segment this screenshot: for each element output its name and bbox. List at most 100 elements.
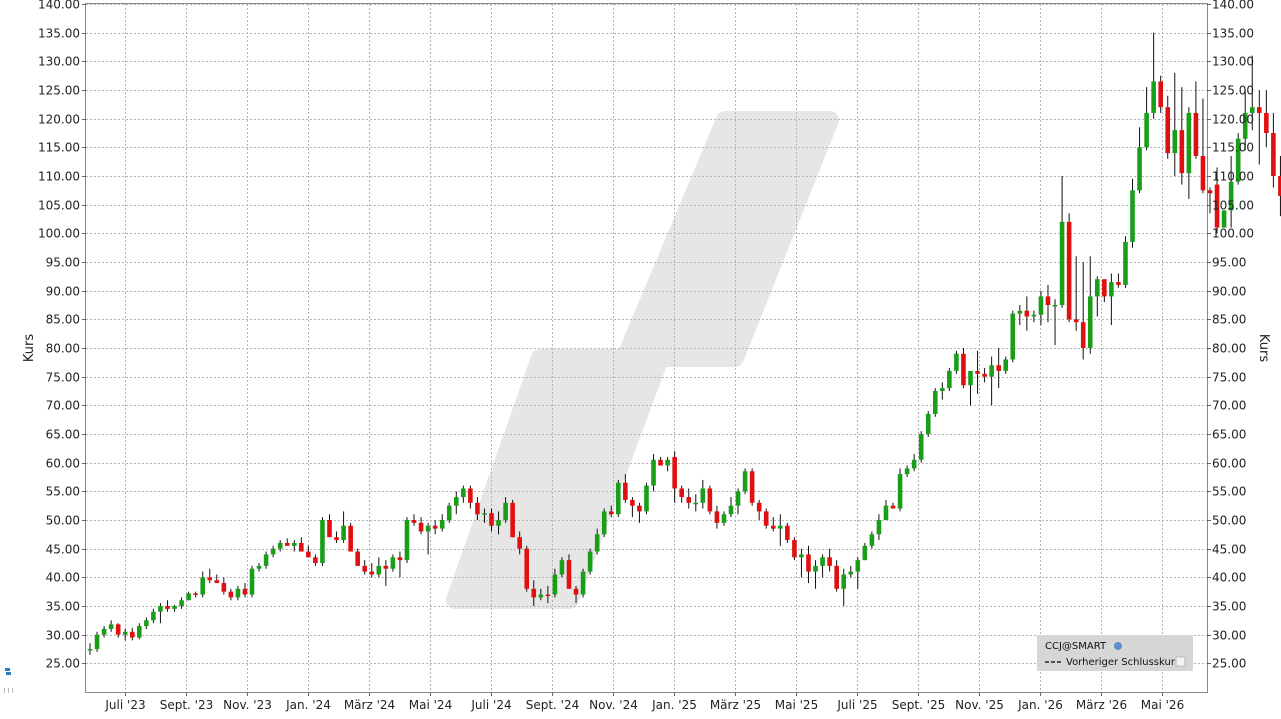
candle [728,497,734,518]
candle-body [721,514,727,523]
candle-body [249,568,255,595]
y-tick-label-right: 90.00 [1212,285,1246,299]
candle [1045,284,1051,323]
candle-body [1271,133,1276,176]
candle [418,517,424,535]
candle-body [756,502,762,512]
candle [848,565,854,578]
candle [820,554,825,578]
candle-body [728,505,734,515]
candle-body [623,482,628,500]
candle [468,485,473,509]
y-axis-left: 25.00 30.00 35.00 40.00 45.00 50.00 55.00 60.00… [38,0,86,671]
candle-body [616,482,621,515]
candle [904,465,910,477]
y-tick-label-right: 80.00 [1212,342,1246,356]
candle [700,479,706,509]
candle [834,560,839,592]
candle [1109,273,1114,326]
candle [954,350,959,374]
candle [362,560,368,575]
candle [1193,81,1199,159]
candle-body [975,370,980,374]
y-tick-label-left: 90.00 [46,285,80,299]
candle [129,627,135,641]
candle [1024,296,1030,331]
candle [897,468,903,512]
candle [925,411,931,437]
candle [524,545,530,592]
candle-body [263,554,269,566]
candle-body [1116,282,1121,285]
info-icon[interactable] [1114,642,1122,650]
candle [193,591,198,598]
x-tick-label: Juli '23 [104,698,145,712]
candle [137,623,142,640]
x-axis: Juli '23 Sept. '23 Nov. '23 Jan. '24 März '2… [104,692,1184,712]
candle-body [1165,107,1171,154]
y-tick-label-left: 105.00 [38,199,80,213]
candle-body [439,520,445,529]
candle-body [186,593,191,601]
candle [763,508,769,529]
candle-body [313,557,318,563]
candle [306,545,311,558]
candle [587,548,593,575]
candle-body [306,551,311,558]
candle [1186,107,1192,199]
candle [770,517,776,532]
candle-body [862,545,868,561]
candlestick-chart: 25.00 30.00 35.00 40.00 45.00 50.00 55.00 60.00… [4,0,1281,712]
candle [756,499,762,520]
candle [334,531,339,543]
candle-body [552,574,558,595]
candle-body [390,557,396,569]
candle [327,514,332,538]
candle-body [918,434,924,460]
candle [693,494,699,512]
y-tick-label-left: 30.00 [46,629,80,643]
candle-body [834,565,839,589]
candle [1059,176,1065,308]
candle [1031,310,1037,323]
candle-body [940,388,945,391]
candle [996,348,1001,389]
candle [785,522,790,543]
candle [383,560,389,586]
candle-body [1045,296,1051,305]
candle-body [587,551,593,572]
candle-body [651,459,656,486]
candle-body [742,471,748,492]
candle-body [1179,130,1185,174]
candle [355,548,360,566]
candle-body [517,537,522,549]
y-tick-label-right: 35.00 [1212,600,1246,614]
legend-checkbox[interactable] [1175,656,1186,667]
candle [1073,256,1079,331]
candle-body [348,525,353,552]
candle-body [369,571,375,575]
candle-body [362,565,368,572]
candle [968,370,973,406]
y-tick-label-right: 75.00 [1212,371,1246,385]
candle-body [165,606,170,609]
candle [961,348,966,389]
y-tick-label-right: 100.00 [1212,227,1254,241]
y-tick-label-right: 85.00 [1212,313,1246,327]
y-tick-label-right: 115.00 [1212,141,1254,155]
y-tick-label-left: 135.00 [38,27,80,41]
candle-body [411,520,417,523]
candle-body [820,557,825,566]
candle-body [94,634,100,649]
candle [665,456,670,472]
candle-body [1221,210,1227,228]
candle-body [594,534,600,552]
candle [799,548,804,578]
candle-body [693,502,699,505]
candle-body [214,580,220,584]
candle-body [841,574,847,589]
candle [778,514,783,546]
candle-body [770,525,776,529]
candle [1052,299,1058,346]
candle-body [1172,130,1178,154]
